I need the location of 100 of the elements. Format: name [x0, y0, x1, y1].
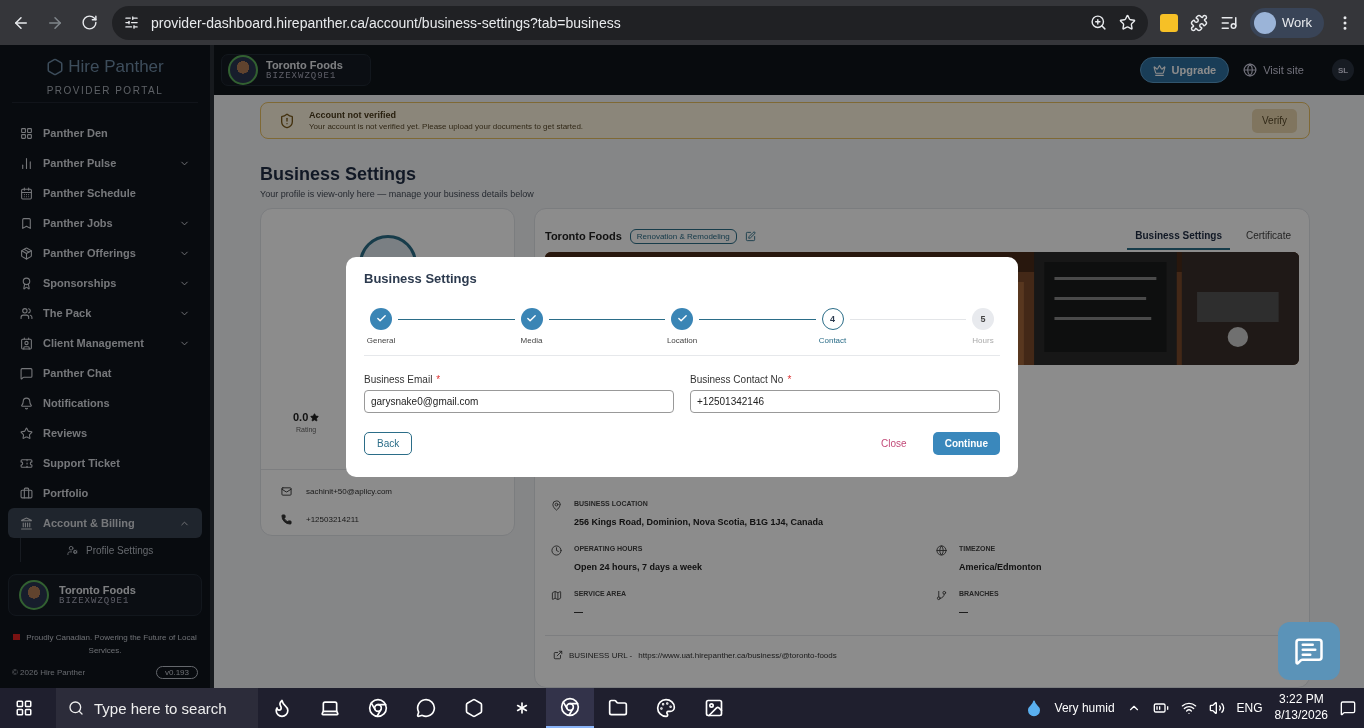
external-link-icon: [553, 650, 563, 660]
extension-icon[interactable]: [1159, 13, 1178, 32]
account-card[interactable]: Toronto Foods BIZEXWZQ9E1: [8, 574, 202, 616]
avatar: [19, 580, 49, 610]
detail-icon: [551, 545, 562, 556]
user-avatar[interactable]: SL: [1332, 59, 1354, 81]
clock[interactable]: 3:22 PM 8/13/2026: [1274, 692, 1328, 724]
volume-icon[interactable]: [1208, 700, 1225, 716]
business-switcher[interactable]: Toronto Foods BIZEXWZQ9E1: [221, 54, 371, 86]
app-icon: [704, 698, 724, 718]
app-icon: [560, 697, 580, 717]
input-field[interactable]: +12501342146: [690, 389, 1000, 413]
check-icon: [526, 313, 537, 324]
continue-button[interactable]: Continue: [932, 431, 1000, 455]
business-id: BIZEXWZQ9E1: [266, 71, 338, 81]
nav-subitem[interactable]: Profile Settings: [20, 538, 202, 562]
banner-title: Account not verified: [309, 110, 397, 120]
zoom-icon[interactable]: [1089, 14, 1107, 31]
app-icon: [464, 698, 484, 718]
check-icon: [676, 313, 688, 324]
nav-item[interactable]: Account & Billing: [8, 508, 202, 538]
email-text: sachinit+50@aplicy.com: [306, 487, 392, 496]
account-name: Toronto Foods: [59, 584, 136, 596]
nav-item[interactable]: Panther Pulse: [8, 148, 202, 178]
detail-value: —: [959, 607, 969, 617]
nav-item[interactable]: The Pack: [8, 298, 202, 328]
nav-icon: [20, 156, 33, 170]
star-icon: [310, 412, 320, 422]
search-icon: [68, 700, 84, 716]
field-label: Business Email: [364, 373, 433, 385]
nav-icon: [20, 336, 33, 350]
notification-icon[interactable]: [1340, 700, 1356, 716]
back-button[interactable]: Back: [364, 431, 413, 455]
mail-icon: [281, 486, 292, 497]
nav-item[interactable]: Portfolio: [8, 478, 202, 508]
app-icon: [608, 698, 628, 718]
nav-icon: [20, 426, 33, 440]
nav-item[interactable]: Panther Den: [8, 118, 202, 148]
verify-button[interactable]: Verify: [1252, 108, 1297, 133]
search-field[interactable]: Type here to search: [56, 688, 258, 728]
app-icon: [656, 698, 676, 718]
weather-text[interactable]: Very humid: [1054, 701, 1115, 715]
windows-icon: [15, 699, 33, 717]
nav-item[interactable]: Sponsorships: [8, 268, 202, 298]
nav-item[interactable]: Support Ticket: [8, 448, 202, 478]
nav-icon: [20, 486, 33, 500]
wifi-icon[interactable]: [1180, 700, 1197, 716]
check-icon: [375, 313, 387, 324]
nav-icon: [20, 216, 33, 230]
nav-icon: [20, 276, 33, 290]
url-label: BUSINESS URL -: [569, 650, 633, 660]
business-name: Toronto Foods: [266, 59, 343, 71]
tab[interactable]: Certificate: [1238, 222, 1299, 250]
required-mark: *: [436, 373, 441, 385]
reload-icon: [80, 14, 98, 31]
step-label: Hours: [972, 335, 994, 345]
profile-avatar: [1253, 11, 1276, 34]
close-button[interactable]: Close: [875, 437, 913, 449]
chat-assistant-button[interactable]: [1278, 622, 1340, 680]
edit-icon[interactable]: [744, 230, 756, 242]
extensions-icon[interactable]: [1189, 13, 1208, 32]
visit-site-link[interactable]: Visit site: [1243, 63, 1304, 77]
page-title: Business Settings: [260, 164, 418, 185]
upgrade-button[interactable]: Upgrade: [1139, 57, 1230, 83]
address-bar[interactable]: provider-dashboard.hirepanther.ca/account/business-settings?tab=business: [112, 5, 1148, 40]
detail-icon: [551, 500, 562, 511]
chat-icon: [1294, 636, 1324, 666]
nav-icon: [20, 516, 33, 530]
nav-item[interactable]: Panther Jobs: [8, 208, 202, 238]
nav-item[interactable]: Panther Offerings: [8, 238, 202, 268]
nav-item[interactable]: Client Management: [8, 328, 202, 358]
bookmark-star-icon[interactable]: [1118, 14, 1136, 31]
tab[interactable]: Business Settings: [1127, 222, 1230, 250]
detail-value: —: [574, 607, 584, 617]
detail-icon: [936, 545, 947, 556]
app-icon: [368, 698, 388, 718]
step-label: Contact: [818, 335, 847, 345]
language-indicator[interactable]: ENG: [1236, 701, 1263, 715]
field-label: Business Contact No: [690, 373, 784, 385]
phone-text: +12503214211: [306, 515, 360, 524]
site-info-icon[interactable]: [124, 15, 139, 30]
input-field[interactable]: garysnake0@gmail.com: [364, 389, 674, 413]
shield-alert-icon: [279, 112, 295, 129]
taskbar-app-button[interactable]: [546, 688, 594, 728]
battery-icon[interactable]: [1152, 700, 1169, 716]
step-number: 5: [972, 307, 994, 330]
nav-icon: [20, 246, 33, 260]
footer-note: Proudly Canadian. Powering the Future of Local Services.: [0, 616, 210, 658]
nav-item[interactable]: Notifications: [8, 388, 202, 418]
nav-item[interactable]: Panther Chat: [8, 358, 202, 388]
nav-item[interactable]: Reviews: [8, 418, 202, 448]
logo-text: Hire Panther: [68, 57, 164, 77]
business-url[interactable]: https://www.uat.hirepanther.ca/business/@toronto-foods: [638, 650, 837, 660]
nav-icon: [20, 456, 33, 470]
nav-icon: [20, 186, 33, 200]
nav-item[interactable]: Panther Schedule: [8, 178, 202, 208]
profile-button[interactable]: Work: [1249, 7, 1324, 38]
app-icon: [320, 698, 340, 718]
portal-subtitle: PROVIDER PORTAL: [46, 85, 164, 96]
step-label: Location: [666, 335, 698, 345]
